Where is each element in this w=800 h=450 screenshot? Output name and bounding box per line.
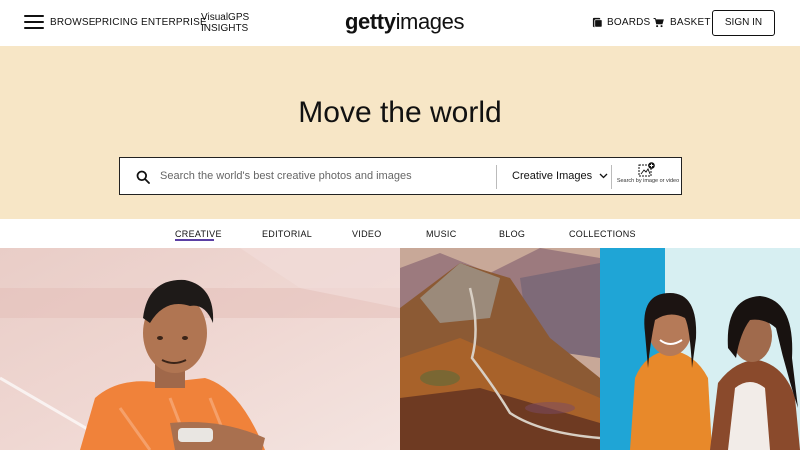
nav-visualgps-insights[interactable]: VisualGPS INSIGHTS: [201, 12, 249, 34]
photo-mountain-landscape[interactable]: [400, 248, 600, 450]
search-input[interactable]: [160, 164, 490, 188]
menu-icon[interactable]: [24, 15, 44, 30]
search-by-image-button[interactable]: Search by image or video: [614, 158, 682, 194]
nav-boards[interactable]: BOARDS: [607, 17, 650, 28]
active-tab-indicator: [175, 239, 214, 241]
search-divider: [496, 165, 497, 189]
hero-title: Move the world: [298, 96, 502, 129]
nav-browse[interactable]: BROWSE: [50, 17, 96, 28]
search-bar: Creative Images Search by image or video: [119, 157, 682, 195]
search-divider-2: [611, 165, 612, 189]
getty-images-logo[interactable]: gettyimages: [345, 9, 464, 35]
search-type-label: Creative Images: [512, 170, 593, 182]
tab-music[interactable]: MUSIC: [426, 229, 457, 239]
search-icon[interactable]: [136, 170, 150, 184]
nav-pricing[interactable]: PRICING: [95, 17, 138, 28]
sign-in-button[interactable]: SIGN IN: [712, 10, 775, 36]
tab-blog[interactable]: BLOG: [499, 229, 525, 239]
site-header: BROWSE PRICING ENTERPRISE VisualGPS INSI…: [0, 0, 800, 46]
tab-collections[interactable]: COLLECTIONS: [569, 229, 636, 239]
tab-video[interactable]: VIDEO: [352, 229, 382, 239]
nav-basket[interactable]: BASKET: [670, 17, 711, 28]
logo-bold: getty: [345, 9, 396, 34]
image-search-label: Search by image or video: [616, 178, 680, 184]
image-search-icon: [638, 162, 655, 177]
nav-visualgps-line2: INSIGHTS: [201, 23, 249, 34]
basket-icon[interactable]: [653, 17, 664, 28]
boards-icon[interactable]: [592, 17, 603, 28]
tab-creative[interactable]: CREATIVE: [175, 229, 222, 239]
search-type-dropdown[interactable]: Creative Images: [506, 164, 612, 188]
photo-tennis-player[interactable]: [0, 248, 400, 450]
tab-editorial[interactable]: EDITORIAL: [262, 229, 312, 239]
nav-enterprise[interactable]: ENTERPRISE: [141, 17, 207, 28]
nav-visualgps-line1: VisualGPS: [201, 12, 250, 23]
photo-two-women[interactable]: [600, 248, 800, 450]
category-tabs: CREATIVE EDITORIAL VIDEO MUSIC BLOG COLL…: [0, 219, 800, 248]
logo-light: images: [395, 9, 465, 34]
chevron-down-icon: [599, 173, 608, 179]
hero-banner: Move the world Creative Images Search by…: [0, 46, 800, 219]
